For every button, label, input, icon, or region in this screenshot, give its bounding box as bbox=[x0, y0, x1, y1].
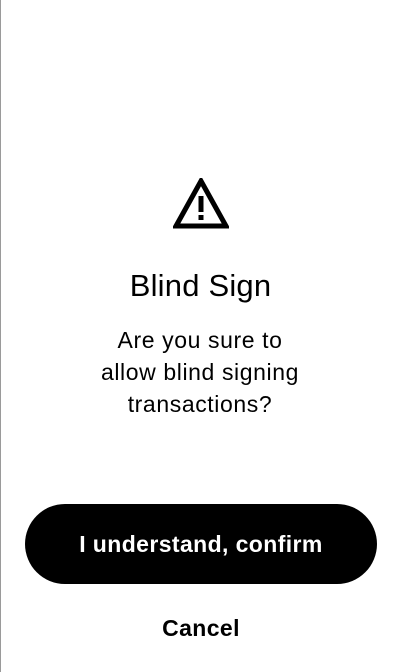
message-line: transactions? bbox=[127, 391, 273, 417]
confirm-button[interactable]: I understand, confirm bbox=[25, 504, 377, 584]
message-line: allow blind signing bbox=[100, 359, 300, 385]
message-line: Are you sure to bbox=[117, 327, 283, 353]
blind-sign-screen: Blind Sign Are you sure to allow blind s… bbox=[1, 0, 400, 672]
warning-icon bbox=[173, 178, 229, 229]
dialog-message: Are you sure to allow blind signing tran… bbox=[61, 324, 339, 420]
cancel-button[interactable]: Cancel bbox=[121, 604, 281, 652]
dialog-title: Blind Sign bbox=[129, 268, 272, 303]
